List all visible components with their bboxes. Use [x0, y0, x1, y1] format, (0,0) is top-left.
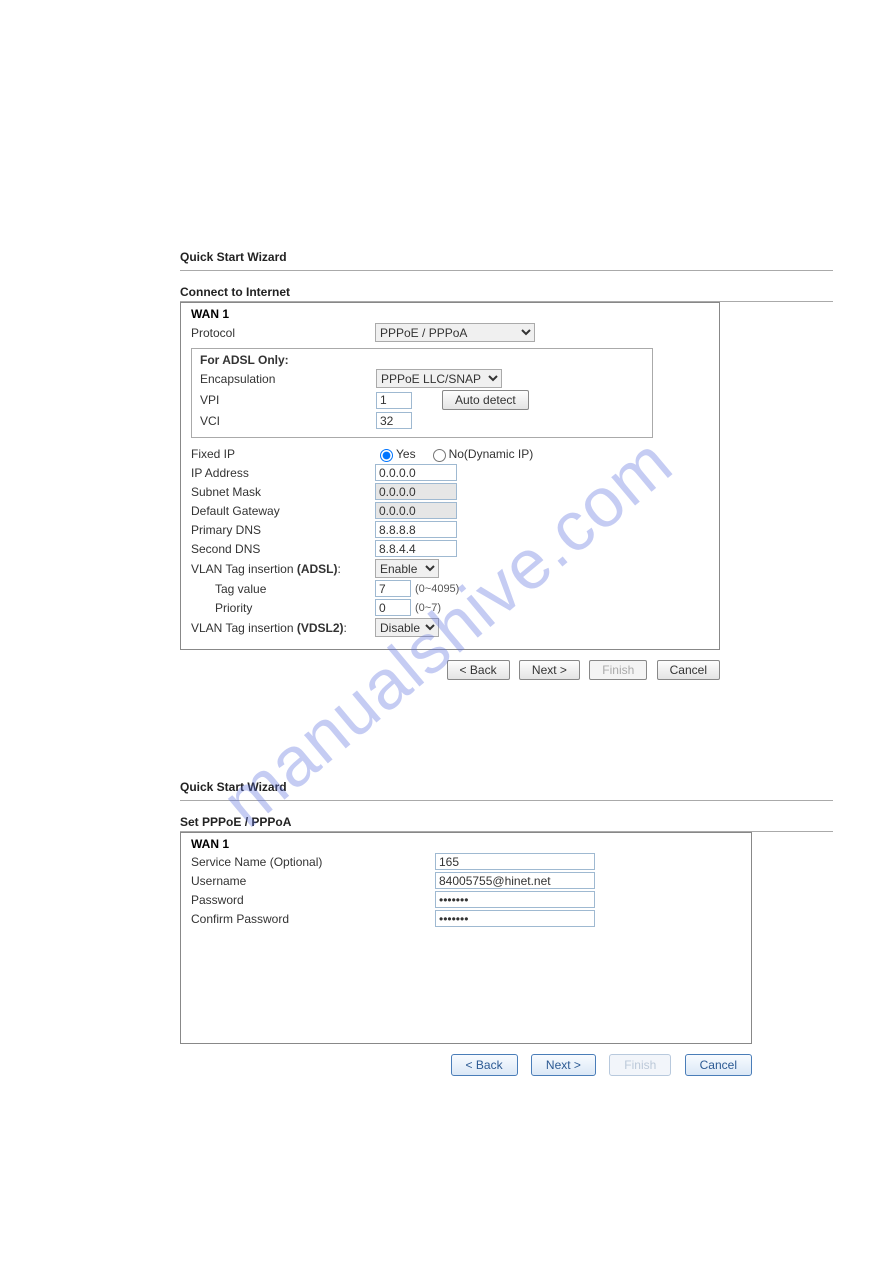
confirm-password-label: Confirm Password: [191, 912, 435, 926]
encapsulation-select[interactable]: PPPoE LLC/SNAP: [376, 369, 502, 388]
priority-input[interactable]: [375, 599, 411, 616]
vci-label: VCI: [200, 414, 376, 428]
panel-pppoe: WAN 1 Service Name (Optional) Username P…: [180, 832, 752, 1044]
vlan-vdsl-select[interactable]: Disable: [375, 618, 439, 637]
primary-dns-input[interactable]: [375, 521, 457, 538]
wizard-title-1: Quick Start Wizard: [180, 250, 833, 271]
service-name-input[interactable]: [435, 853, 595, 870]
default-gateway-input[interactable]: [375, 502, 457, 519]
section-title-pppoe: Set PPPoE / PPPoA: [180, 815, 833, 832]
vpi-label: VPI: [200, 393, 376, 407]
fixed-ip-label: Fixed IP: [191, 447, 375, 461]
vlan-vdsl-label: VLAN Tag insertion (VDSL2):: [191, 621, 375, 635]
back-button-2[interactable]: < Back: [451, 1054, 518, 1076]
fixed-ip-yes-radio[interactable]: [380, 449, 393, 462]
finish-button-2: Finish: [609, 1054, 671, 1076]
tag-value-label: Tag value: [191, 582, 375, 596]
button-row-2: < Back Next > Finish Cancel: [180, 1054, 752, 1076]
cancel-button-1[interactable]: Cancel: [657, 660, 720, 680]
second-dns-input[interactable]: [375, 540, 457, 557]
adsl-only-heading: For ADSL Only:: [200, 353, 644, 367]
encapsulation-label: Encapsulation: [200, 372, 376, 386]
tag-value-range: (0~4095): [415, 583, 459, 595]
cancel-button-2[interactable]: Cancel: [685, 1054, 752, 1076]
confirm-password-input[interactable]: [435, 910, 595, 927]
protocol-label: Protocol: [191, 326, 375, 340]
next-button-1[interactable]: Next >: [519, 660, 580, 680]
priority-range: (0~7): [415, 602, 441, 614]
vpi-input[interactable]: [376, 392, 412, 409]
ip-address-input[interactable]: [375, 464, 457, 481]
adsl-only-box: For ADSL Only: Encapsulation PPPoE LLC/S…: [191, 348, 653, 438]
auto-detect-button[interactable]: Auto detect: [442, 390, 529, 410]
vlan-adsl-label: VLAN Tag insertion (ADSL):: [191, 562, 375, 576]
fixed-ip-no-label: No(Dynamic IP): [449, 447, 534, 461]
username-input[interactable]: [435, 872, 595, 889]
vlan-adsl-select[interactable]: Enable: [375, 559, 439, 578]
fixed-ip-no-radio[interactable]: [433, 449, 446, 462]
back-button-1[interactable]: < Back: [447, 660, 510, 680]
wan-heading-1: WAN 1: [191, 307, 709, 321]
panel-connect: WAN 1 Protocol PPPoE / PPPoA For ADSL On…: [180, 302, 720, 650]
default-gateway-label: Default Gateway: [191, 504, 375, 518]
wan-heading-2: WAN 1: [191, 837, 741, 851]
username-label: Username: [191, 874, 435, 888]
tag-value-input[interactable]: [375, 580, 411, 597]
protocol-select[interactable]: PPPoE / PPPoA: [375, 323, 535, 342]
second-dns-label: Second DNS: [191, 542, 375, 556]
wizard-title-2: Quick Start Wizard: [180, 780, 833, 801]
section-title-connect: Connect to Internet: [180, 285, 833, 302]
password-input[interactable]: [435, 891, 595, 908]
subnet-mask-label: Subnet Mask: [191, 485, 375, 499]
password-label: Password: [191, 893, 435, 907]
service-name-label: Service Name (Optional): [191, 855, 435, 869]
vci-input[interactable]: [376, 412, 412, 429]
button-row-1: < Back Next > Finish Cancel: [180, 660, 720, 680]
fixed-ip-yes-label: Yes: [396, 447, 416, 461]
primary-dns-label: Primary DNS: [191, 523, 375, 537]
wizard-panel-connect: Quick Start Wizard Connect to Internet W…: [180, 250, 833, 680]
next-button-2[interactable]: Next >: [531, 1054, 596, 1076]
finish-button-1: Finish: [589, 660, 647, 680]
priority-label: Priority: [191, 601, 375, 615]
wizard-panel-pppoe: Quick Start Wizard Set PPPoE / PPPoA WAN…: [180, 780, 833, 1076]
ip-address-label: IP Address: [191, 466, 375, 480]
subnet-mask-input[interactable]: [375, 483, 457, 500]
